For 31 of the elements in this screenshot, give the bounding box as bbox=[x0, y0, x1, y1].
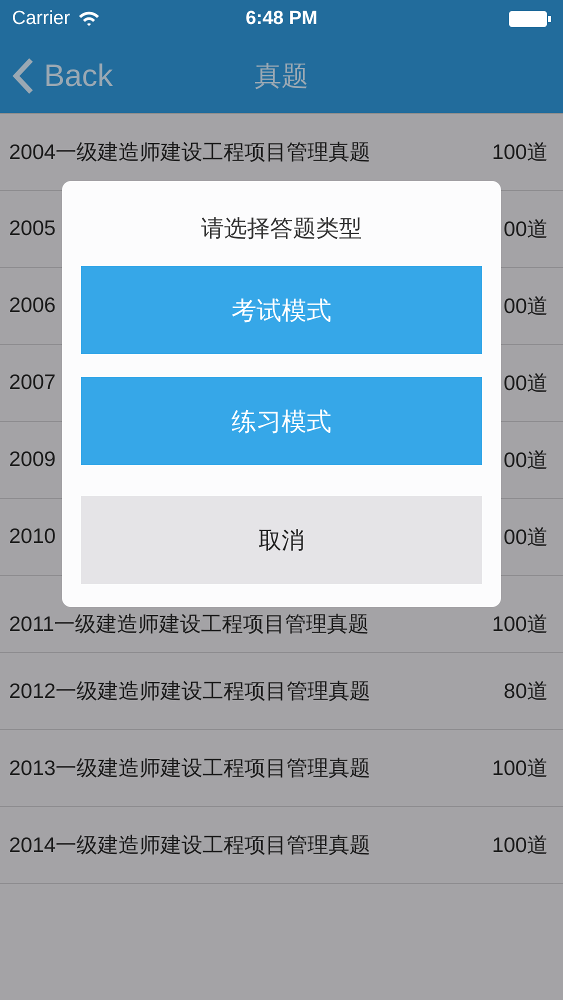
exam-title: 2006 bbox=[9, 294, 56, 318]
exam-title: 2009 bbox=[9, 448, 56, 472]
question-count: 100道 bbox=[492, 833, 548, 859]
exam-title: 2011一级建造师建设工程项目管理真题 bbox=[9, 612, 370, 638]
exam-title: 2005 bbox=[9, 217, 56, 241]
question-count: 00道 bbox=[504, 525, 548, 551]
clock: 6:48 PM bbox=[246, 8, 318, 30]
wifi-icon bbox=[78, 11, 100, 27]
question-count: 00道 bbox=[504, 294, 548, 320]
question-count: 100道 bbox=[492, 140, 548, 166]
mode-button[interactable]: 练习模式 bbox=[81, 377, 482, 465]
battery-icon bbox=[509, 10, 551, 28]
question-count: 100道 bbox=[492, 612, 548, 638]
question-count: 00道 bbox=[504, 217, 548, 243]
exam-title: 2013一级建造师建设工程项目管理真题 bbox=[9, 756, 371, 782]
question-count: 00道 bbox=[504, 448, 548, 474]
dialog-title: 请选择答题类型 bbox=[201, 214, 362, 243]
exam-title: 2012一级建造师建设工程项目管理真题 bbox=[9, 679, 371, 705]
page-title: 真题 bbox=[254, 60, 308, 92]
mode-button[interactable]: 考试模式 bbox=[81, 266, 482, 354]
question-count: 00道 bbox=[504, 371, 548, 397]
exam-title: 2014一级建造师建设工程项目管理真题 bbox=[9, 833, 371, 859]
carrier-name: Carrier bbox=[12, 8, 70, 30]
question-count: 100道 bbox=[492, 756, 548, 782]
chevron-left-icon bbox=[12, 58, 34, 94]
back-button[interactable]: Back bbox=[12, 58, 113, 94]
question-count: 80道 bbox=[504, 679, 548, 705]
cancel-button[interactable]: 取消 bbox=[81, 496, 482, 584]
exam-title: 2007 bbox=[9, 371, 56, 395]
exam-title: 2010 bbox=[9, 525, 56, 549]
exam-title: 2004一级建造师建设工程项目管理真题 bbox=[9, 140, 371, 166]
